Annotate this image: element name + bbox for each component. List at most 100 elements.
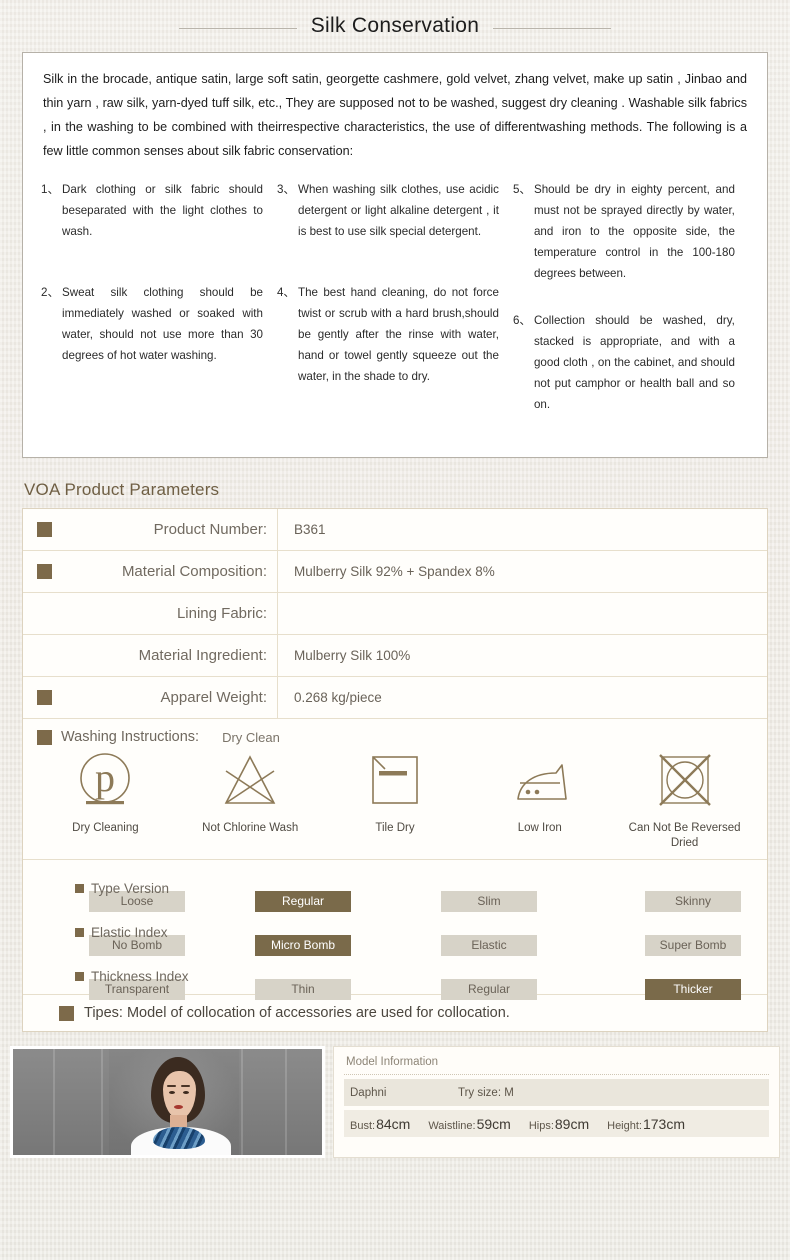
low-iron-icon (516, 764, 567, 800)
washing-instructions-value: Dry Clean (222, 729, 280, 745)
wall-line (285, 1049, 287, 1155)
washing-symbol-caption: Tile Dry (375, 822, 415, 834)
param-label-text: Apparel Weight: (160, 689, 267, 706)
model-eye (169, 1091, 175, 1094)
conservation-item: 4、 The best hand cleaning, do not force … (277, 282, 499, 387)
conservation-item-text: The best hand cleaning, do not force twi… (298, 286, 499, 383)
conservation-item-number: 1、 (41, 183, 60, 196)
wall-line (241, 1049, 243, 1155)
washing-instructions-header: Washing Instructions: Dry Clean (23, 729, 767, 745)
param-label-text: Material Composition: (121, 563, 267, 580)
table-row: Material Ingredient: Mulberry Silk 100% (23, 635, 767, 677)
index-group-label-text: Thickness Index (91, 968, 189, 984)
washing-symbol-not-chlorine: Not Chlorine Wash (180, 751, 320, 836)
table-row: Lining Fabric: (23, 593, 767, 635)
conservation-item-number: 5、 (512, 183, 531, 196)
conservation-item-text: Should be dry in eighty percent, and mus… (533, 183, 735, 280)
option-chip-thicker[interactable]: Thicker (645, 979, 741, 1000)
washing-symbol-caption: Not Chlorine Wash (202, 822, 299, 834)
conservation-item: 3、 When washing silk clothes, use acidic… (277, 179, 499, 242)
metric-value: 59cm (476, 1115, 511, 1132)
param-value-cell: Mulberry Silk 100% (294, 648, 411, 663)
wall-line (101, 1049, 103, 1155)
conservation-column-3: 5、 Should be dry in eighty percent, and … (513, 179, 749, 441)
conservation-column-1: 1、 Dark clothing or silk fabric should b… (41, 179, 277, 441)
washing-symbol-tile-dry: Tile Dry (325, 751, 465, 836)
washing-symbol-caption: Low Iron (517, 822, 562, 834)
index-group-label-thickness: Thickness Index (75, 954, 275, 998)
index-group-label-elastic: Elastic Index (75, 910, 275, 954)
marker-square-icon (75, 971, 84, 981)
conservation-item-number: 6、 (512, 314, 531, 327)
model-information-title: Model Information (346, 1056, 439, 1068)
metric-waistline: Waistline: 59cm (428, 1116, 511, 1132)
option-chip-regular-thickness[interactable]: Regular (441, 979, 537, 1000)
option-chip-skinny[interactable]: Skinny (645, 891, 741, 912)
svg-text:p: p (95, 755, 115, 800)
model-name: Daphni (350, 1086, 387, 1099)
tips-text: Tipes: Model of collocation of accessori… (84, 1005, 510, 1021)
washing-symbol-no-tumble-dry: Can Not Be Reversed Dried (615, 751, 755, 851)
metric-label: Hips: (528, 1119, 554, 1132)
index-group-label-text: Type Version (91, 880, 170, 896)
option-chip-super-bomb[interactable]: Super Bomb (645, 935, 741, 956)
param-label-cell: Material Composition: (23, 551, 278, 592)
conservation-item-text: When washing silk clothes, use acidic de… (298, 183, 499, 238)
conservation-item-number: 3、 (276, 183, 296, 196)
param-label-text: Lining Fabric: (176, 605, 267, 622)
param-label-cell: Apparel Weight: (23, 677, 278, 718)
index-group-label-type: Type Version (75, 866, 275, 910)
option-chip-elastic[interactable]: Elastic (441, 935, 537, 956)
marker-square-icon (75, 883, 84, 893)
table-row: Product Number: B361 (23, 509, 767, 551)
washing-instructions-block: Washing Instructions: Dry Clean p Dry Cl… (23, 719, 767, 860)
washing-instructions-label: Washing Instructions: (61, 729, 200, 745)
model-information-panel: Model Information Daphni Try size: M Bus… (333, 1046, 780, 1158)
model-scarf (153, 1127, 205, 1149)
index-selectors-block: Type Version Elastic Index Thickness Ind… (23, 860, 767, 1000)
parameters-section-title: VOA Product Parameters (24, 480, 220, 499)
model-name-row: Daphni Try size: M (344, 1079, 769, 1106)
param-value-cell (278, 593, 767, 634)
param-label-cell: Lining Fabric: (23, 593, 278, 634)
page-title-bar: Silk Conservation (0, 0, 790, 52)
marker-square-icon (37, 564, 52, 579)
metric-bust: Bust: 84cm (350, 1116, 410, 1132)
option-chip-slim[interactable]: Slim (441, 891, 537, 912)
model-section: Model Information Daphni Try size: M Bus… (10, 1046, 780, 1158)
conservation-item: 5、 Should be dry in eighty percent, and … (513, 179, 735, 284)
metric-value: 84cm (376, 1115, 411, 1132)
param-label-cell: Product Number: (23, 509, 278, 550)
model-metrics-row: Bust: 84cm Waistline: 59cm Hips: 89cm He… (344, 1110, 769, 1137)
metric-hips: Hips: 89cm (529, 1116, 589, 1132)
index-labels: Type Version Elastic Index Thickness Ind… (75, 866, 275, 998)
param-label-cell: Material Ingredient: (23, 635, 278, 676)
divider (344, 1074, 769, 1075)
no-tumble-dry-icon (658, 754, 711, 806)
washing-symbol-caption: Can Not Be Reversed Dried (628, 822, 741, 849)
param-label-text: Product Number: (153, 521, 267, 538)
metric-height: Height: 173cm (607, 1116, 685, 1132)
conservation-intro: Silk in the brocade, antique satin, larg… (43, 72, 747, 158)
washing-symbol-dry-cleaning: p Dry Cleaning (35, 751, 175, 836)
conservation-item: 6、 Collection should be washed, dry, sta… (513, 310, 735, 415)
model-lips (174, 1105, 183, 1109)
washing-symbol-low-iron: Low Iron (470, 751, 610, 836)
product-detail-page: Silk Conservation Silk in the brocade, a… (0, 0, 790, 1260)
product-parameters-table: Product Number: B361 Material Compositio… (22, 508, 768, 1032)
marker-square-icon (75, 927, 84, 937)
model-metrics: Bust: 84cm Waistline: 59cm Hips: 89cm He… (350, 1116, 769, 1132)
title-rule-left (178, 27, 297, 29)
marker-square-icon (37, 522, 52, 537)
metric-label: Waistline: (428, 1119, 476, 1132)
metric-value: 173cm (642, 1115, 686, 1132)
conservation-item-text: Dark clothing or silk fabric should bese… (62, 183, 263, 238)
marker-square-icon (59, 1005, 74, 1021)
silk-conservation-card: Silk in the brocade, antique satin, larg… (22, 52, 768, 458)
metric-label: Bust: (350, 1119, 376, 1132)
model-brow (167, 1085, 176, 1087)
wall-line (53, 1049, 55, 1155)
washing-symbol-caption: Dry Cleaning (72, 822, 139, 834)
tile-dry-icon (372, 756, 418, 804)
page-title: Silk Conservation (310, 14, 480, 37)
